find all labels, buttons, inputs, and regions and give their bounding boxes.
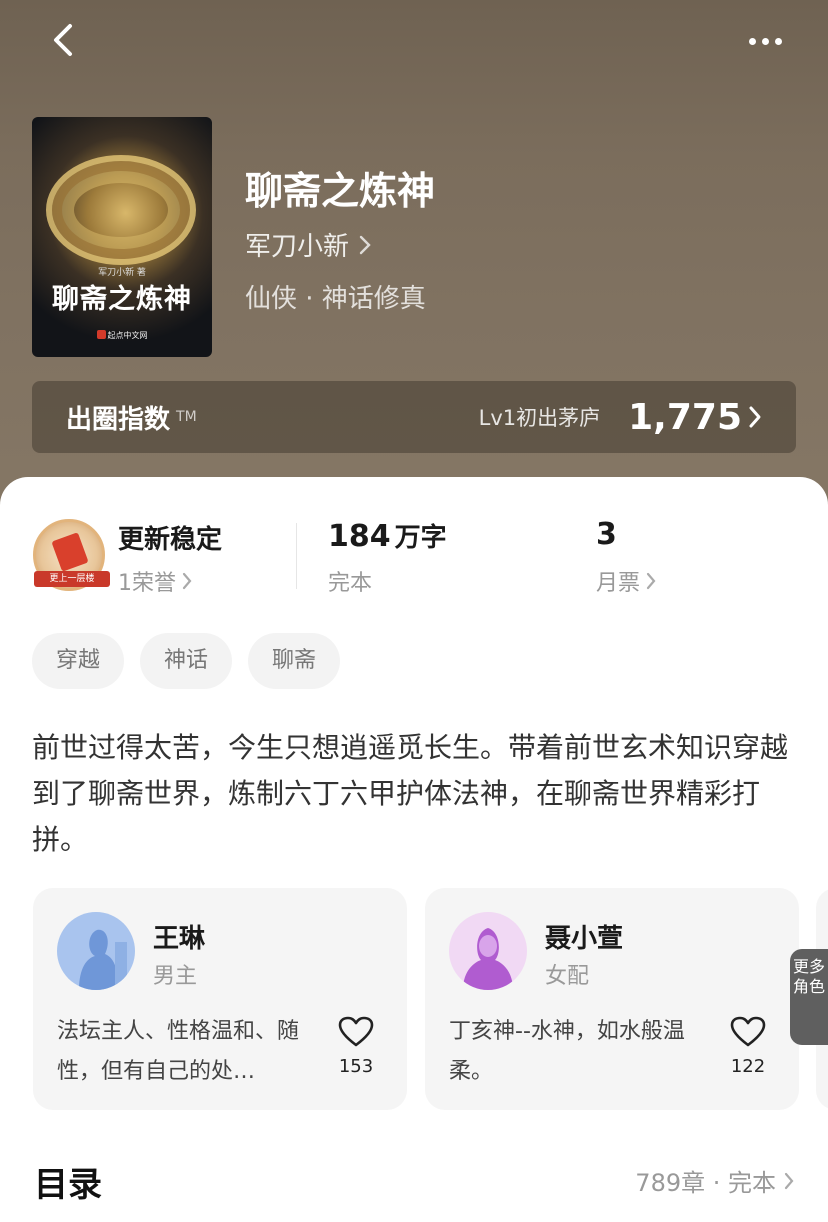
cover-publisher: 起点中文网	[32, 330, 212, 341]
like-count: 153	[338, 1056, 374, 1077]
like-button[interactable]: 153	[331, 1016, 381, 1077]
character-name: 王琳	[153, 924, 206, 954]
cover-title: 聊斋之炼神	[52, 284, 192, 315]
flag-icon	[51, 532, 89, 572]
book-detail-panel: 更上一层楼 更新稳定 1荣誉 184 万字 完本 3 月票 穿越 神话 聊斋 前世…	[0, 477, 828, 1222]
honor-count: 1荣誉	[118, 571, 176, 596]
monthly-ticket-count: 3	[596, 517, 617, 552]
like-count: 122	[730, 1056, 766, 1077]
character-description: 法坛主人、性格温和、随性，但有自己的处…	[57, 1019, 300, 1084]
toc-title: 目录	[34, 1165, 102, 1205]
word-count: 184 万字	[328, 519, 447, 554]
book-header: 军刀小新 著 聊斋之炼神 起点中文网 聊斋之炼神 军刀小新 仙侠 · 神话修真 …	[0, 0, 828, 520]
toc-meta: 789章 · 完本	[635, 1169, 776, 1197]
character-role: 女配	[545, 964, 590, 989]
divider	[296, 523, 297, 589]
book-genre: 仙侠 · 神话修真	[245, 284, 426, 314]
badge-ribbon: 更上一层楼	[34, 571, 110, 587]
honor-badge[interactable]: 更上一层楼	[33, 519, 110, 591]
like-button[interactable]: 122	[723, 1016, 773, 1077]
back-icon	[54, 24, 72, 56]
fame-index-value: Lv1初出茅庐 1,775	[479, 397, 762, 438]
author-link[interactable]: 军刀小新	[245, 226, 371, 263]
character-avatar	[449, 912, 527, 990]
more-button[interactable]	[742, 26, 788, 56]
more-roles-button[interactable]: 更多角色	[790, 949, 828, 1045]
fame-index-bar[interactable]: 出圈指数 TM Lv1初出茅庐 1,775	[32, 381, 796, 453]
book-synopsis[interactable]: 前世过得太苦，今生只想逍遥觅长生。带着前世玄术知识穿越到了聊斋世界，炼制六丁六甲…	[32, 725, 792, 863]
heart-icon	[730, 1016, 766, 1047]
cover-art	[46, 155, 196, 265]
author-name: 军刀小新	[245, 232, 350, 262]
character-name: 聂小萱	[545, 924, 624, 954]
fame-index-label: 出圈指数	[66, 404, 171, 435]
tag-chip[interactable]: 神话	[140, 633, 233, 689]
completion-status: 完本	[328, 571, 373, 596]
fame-level: Lv1初出茅庐	[478, 406, 601, 430]
chevron-right-icon	[749, 406, 761, 428]
character-avatar	[57, 912, 135, 990]
tag-chip[interactable]: 穿越	[32, 633, 125, 689]
book-title: 聊斋之炼神	[245, 168, 436, 213]
character-card[interactable]: 王琳 男主 法坛主人、性格温和、随性，但有自己的处… 153	[33, 888, 407, 1110]
chevron-right-icon	[646, 572, 656, 590]
chevron-right-icon	[784, 1172, 794, 1189]
honor-title: 更新稳定	[118, 525, 223, 555]
tag-chip[interactable]: 聊斋	[248, 633, 341, 689]
tag-list: 穿越 神话 聊斋	[32, 633, 341, 689]
monthly-ticket-link[interactable]: 月票	[596, 565, 656, 597]
book-cover[interactable]: 军刀小新 著 聊斋之炼神 起点中文网	[32, 117, 212, 357]
toc-link[interactable]: 789章 · 完本	[635, 1163, 794, 1198]
chevron-right-icon	[182, 572, 192, 590]
character-description: 丁亥神--水神，如水般温柔。	[449, 1019, 685, 1084]
monthly-ticket-label: 月票	[596, 571, 641, 596]
back-button[interactable]	[44, 20, 84, 60]
character-card[interactable]: 聂小萱 女配 丁亥神--水神，如水般温柔。 122	[425, 888, 799, 1110]
chevron-right-icon	[359, 235, 371, 254]
fame-score: 1,775	[628, 396, 742, 438]
more-icon	[748, 37, 756, 45]
publisher-logo-icon	[96, 330, 106, 339]
character-role: 男主	[153, 964, 198, 989]
honor-link[interactable]: 1荣誉	[118, 565, 192, 597]
heart-icon	[338, 1016, 374, 1047]
trademark-mark: TM	[176, 409, 197, 425]
